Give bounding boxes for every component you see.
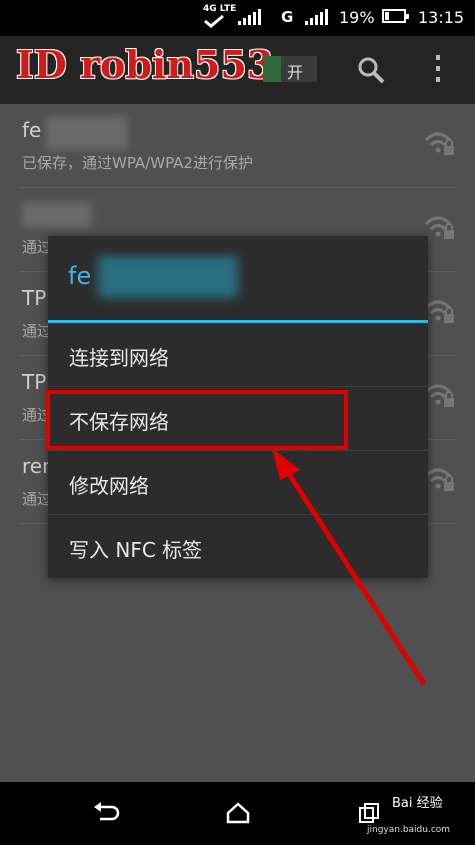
source-logo: Bai 经验 <box>392 796 443 811</box>
annotation-arrow <box>272 448 427 686</box>
home-icon[interactable] <box>226 802 250 824</box>
back-icon[interactable] <box>92 801 120 825</box>
recents-icon[interactable] <box>358 802 380 824</box>
source-url: jingyan.baidu.com <box>367 825 451 835</box>
nav-bar: Bai 经验 jingyan.baidu.com <box>0 782 475 845</box>
